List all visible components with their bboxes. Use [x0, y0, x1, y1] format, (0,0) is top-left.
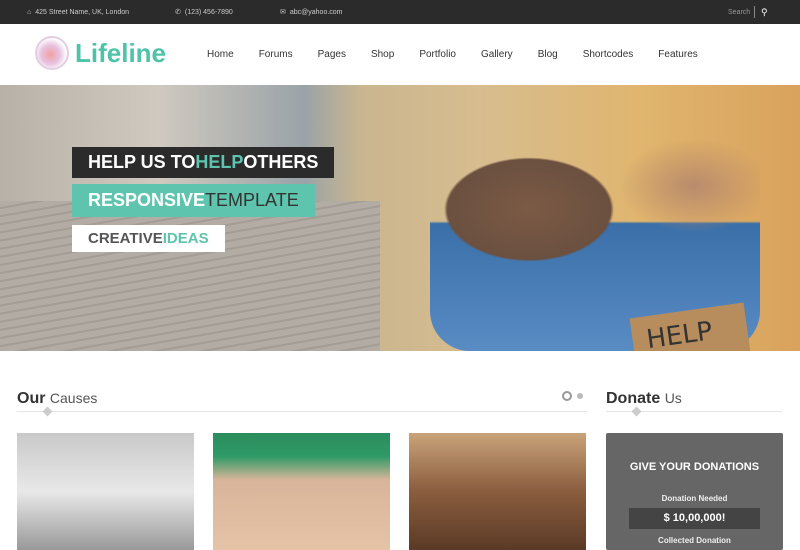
divider: [17, 411, 587, 412]
email[interactable]: ✉ abc@yahoo.com: [280, 8, 343, 17]
carousel-dots: [562, 391, 583, 401]
header: Lifeline Home Forums Pages Shop Portfoli…: [0, 24, 800, 85]
phone-icon: ✆: [175, 9, 181, 16]
main-nav: Home Forums Pages Shop Portfolio Gallery…: [195, 24, 711, 85]
carousel-dot[interactable]: [577, 393, 583, 399]
cause-card-image[interactable]: [17, 433, 194, 550]
nav-shop[interactable]: Shop: [371, 49, 394, 60]
donation-needed-label: Donation Needed: [661, 494, 728, 503]
hero-caption-1: HELP US TO HELP OTHERS: [72, 147, 335, 178]
address: ⌂ 425 Street Name, UK, London: [27, 8, 130, 16]
donation-needed-amount: $ 10,00,000!: [629, 508, 760, 529]
nav-portfolio[interactable]: Portfolio: [419, 49, 456, 60]
search-icon[interactable]: ⚲: [754, 6, 768, 18]
mail-icon: ✉: [280, 9, 286, 16]
top-bar: ⌂ 425 Street Name, UK, London ✆ (123) 456-…: [0, 0, 800, 24]
logo-hand-icon: [35, 36, 69, 70]
carousel-dot-active[interactable]: [562, 391, 572, 401]
collected-donation-label: Collected Donation: [658, 536, 731, 545]
nav-shortcodes[interactable]: Shortcodes: [583, 49, 634, 60]
causes-title: Our Causes: [17, 390, 98, 407]
donation-box-title: GIVE YOUR DONATIONS: [629, 461, 760, 473]
diamond-icon: [42, 406, 53, 417]
logo[interactable]: Lifeline: [35, 36, 166, 70]
hero-caption-2: RESPONSIVE TEMPLATE: [72, 184, 315, 217]
hero-caption-3: CREATIVE IDEAS: [72, 225, 225, 252]
nav-forums[interactable]: Forums: [259, 49, 293, 60]
nav-blog[interactable]: Blog: [538, 49, 558, 60]
cause-card-image[interactable]: [213, 433, 390, 550]
hero-slider[interactable]: HELP ME: [0, 85, 800, 351]
donation-box: GIVE YOUR DONATIONS Donation Needed $ 10…: [606, 433, 783, 550]
donate-title: Donate Us: [606, 390, 682, 407]
diamond-icon: [631, 406, 642, 417]
phone: ✆ (123) 456-7890: [175, 8, 233, 17]
nav-features[interactable]: Features: [658, 49, 697, 60]
home-icon: ⌂: [27, 8, 32, 16]
nav-home[interactable]: Home: [207, 49, 234, 60]
logo-text: Lifeline: [75, 37, 167, 68]
nav-gallery[interactable]: Gallery: [481, 49, 513, 60]
nav-pages[interactable]: Pages: [318, 49, 346, 60]
cause-card-image[interactable]: [409, 433, 586, 550]
search-input[interactable]: Search: [728, 9, 750, 16]
hero-pavement-image: [0, 201, 380, 351]
